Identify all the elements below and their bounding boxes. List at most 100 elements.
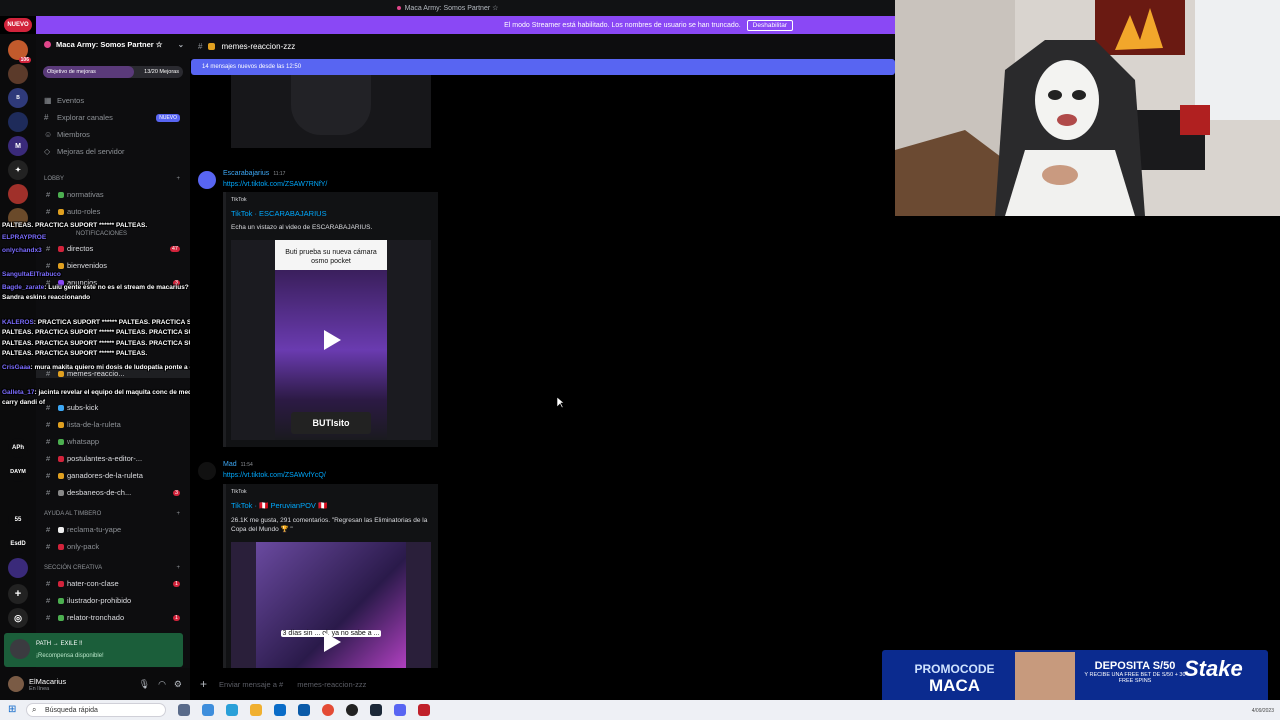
embed-title[interactable]: TikTok · ESCARABAJARIUS	[231, 209, 327, 218]
channel-whatsapp[interactable]: # whatsapp	[36, 437, 190, 446]
server-icon[interactable]	[8, 64, 28, 84]
emoji-icon	[58, 526, 64, 533]
category-creativa[interactable]: SECCIÓN CREATIVA +	[44, 565, 180, 571]
category-label: SECCIÓN CREATIVA	[44, 565, 103, 571]
new-tag: NUEVO	[156, 113, 180, 122]
server-badge: 106	[18, 57, 31, 63]
boost-progress[interactable]: Objetivo de mejoras 13/20 Mejoras	[43, 66, 183, 78]
nav-eventos[interactable]: ▦ Eventos	[44, 96, 180, 105]
category-ayuda[interactable]: AYUDA AL TIMBERO +	[44, 511, 180, 517]
obs-icon[interactable]	[346, 704, 358, 716]
add-attachment-icon[interactable]: +	[200, 677, 207, 691]
windows-start-icon[interactable]: ⊞	[8, 704, 16, 715]
add-channel-icon[interactable]: +	[176, 565, 180, 571]
chrome-icon[interactable]	[322, 704, 334, 716]
channel-label: auto-roles	[67, 207, 101, 216]
avatar[interactable]	[8, 676, 24, 692]
nav-label: Mejoras del servidor	[57, 147, 125, 156]
server-icon[interactable]: B	[8, 88, 28, 108]
explore-servers-icon[interactable]: ◎	[8, 608, 28, 628]
play-icon[interactable]	[317, 326, 345, 354]
avatar[interactable]	[198, 171, 216, 189]
streamer-banner-text: El modo Streamer está habilitado. Los no…	[504, 21, 741, 29]
message-composer[interactable]: + Enviar mensaje a # memes-reaccion-zzz	[190, 668, 895, 700]
add-server-icon[interactable]: +	[8, 584, 28, 604]
message-author[interactable]: Mad 11:54	[223, 461, 253, 468]
channel-label: reclama-tu-yape	[67, 525, 122, 534]
hash-icon: #	[46, 190, 51, 199]
message-link[interactable]: https://vt.tiktok.com/ZSAW7RNfY/	[223, 181, 327, 188]
file-explorer-icon[interactable]	[250, 704, 262, 716]
message-list: Escarabajarius 11:17 https://vt.tiktok.co…	[190, 75, 895, 668]
message-time: 11:17	[273, 171, 286, 177]
server-icon[interactable]: 55	[8, 510, 28, 530]
server-icon[interactable]: M	[8, 136, 28, 156]
channel-lista-de-la-ruleta[interactable]: # lista-de-la-ruleta	[36, 420, 190, 429]
nav-explorar[interactable]: # Explorar canales NUEVO	[44, 113, 180, 122]
chat-user: CrisGaaa	[2, 364, 31, 371]
app-icon[interactable]	[418, 704, 430, 716]
server-icon[interactable]: ✦	[8, 160, 28, 180]
channel-title: memes-reaccion-zzz	[221, 42, 296, 51]
discord-icon[interactable]	[394, 704, 406, 716]
hash-icon: #	[46, 437, 51, 446]
outlook-icon[interactable]	[298, 704, 310, 716]
channel-auto-roles[interactable]: # auto-roles	[36, 207, 190, 216]
channel-hater-con-clase[interactable]: # hater-con-clase 1	[36, 579, 190, 588]
search-icon: ⌕	[32, 705, 37, 714]
video-thumbnail[interactable]: Buti prueba su nueva cámara osmo pocket …	[231, 240, 431, 440]
mouse-cursor-icon	[557, 397, 565, 409]
channel-ilustrador-prohibido[interactable]: # ilustrador-prohibido	[36, 596, 190, 605]
channel-only-pack[interactable]: # only-pack	[36, 542, 190, 551]
server-icon[interactable]: DAYM	[8, 462, 28, 482]
server-dot-icon	[396, 6, 401, 10]
hash-icon: #	[46, 454, 51, 463]
taskbar-search[interactable]: ⌕ Búsqueda rápida	[26, 703, 166, 717]
server-icon[interactable]	[8, 184, 28, 204]
username: ElMacarius	[29, 676, 67, 686]
steam-icon[interactable]	[370, 704, 382, 716]
microphone-icon[interactable]: 🎙	[139, 679, 150, 690]
headphones-icon[interactable]: ◠	[158, 679, 166, 690]
server-icon[interactable]: EsdD	[8, 534, 28, 554]
server-icon[interactable]: APh	[8, 438, 28, 458]
browser-icon[interactable]	[226, 704, 238, 716]
channel-normativas[interactable]: # normativas	[36, 190, 190, 199]
nav-mejoras[interactable]: ◇ Mejoras del servidor	[44, 147, 180, 156]
hash-icon: #	[46, 596, 51, 605]
store-icon[interactable]	[274, 704, 286, 716]
chat-line: PALTEAS. PRACTICA SUPORT ****** PALTEAS.	[2, 350, 147, 357]
disable-streamer-button[interactable]: Deshabilitar	[746, 19, 793, 31]
message-author[interactable]: Escarabajarius 11:17	[223, 170, 285, 177]
server-icon[interactable]	[8, 558, 28, 578]
server-icon[interactable]: 106	[8, 40, 31, 63]
channel-ganadores[interactable]: # ganadores-de-la-ruleta	[36, 471, 190, 480]
avatar[interactable]	[198, 462, 216, 480]
channel-postulantes[interactable]: # postulantes-a-editor-...	[36, 454, 190, 463]
edge-icon[interactable]	[202, 704, 214, 716]
server-header[interactable]: Maca Army: Somos Partner ☆ ⌄	[44, 40, 184, 49]
add-channel-icon[interactable]: +	[176, 176, 180, 182]
embed-description: 26.1K me gusta, 291 comentarios. "Regres…	[231, 517, 428, 533]
previous-media[interactable]	[231, 75, 431, 148]
emoji-icon	[58, 438, 64, 445]
embed-provider: TikTok	[231, 489, 247, 495]
gear-icon[interactable]: ⚙	[174, 679, 182, 690]
nav-miembros[interactable]: ☺ Miembros	[44, 130, 180, 139]
play-icon[interactable]	[317, 628, 345, 656]
chat-text: carry dandi of	[2, 399, 45, 406]
new-messages-bar[interactable]: 14 mensajes nuevos desde las 12:50	[191, 59, 895, 75]
channel-reclama-tu-yape[interactable]: # reclama-tu-yape	[36, 525, 190, 534]
embed-title[interactable]: TikTok · 🇵🇪 PeruvianPOV 🇵🇪	[231, 501, 327, 510]
server-icon[interactable]	[8, 112, 28, 132]
windows-taskbar: ⊞ ⌕ Búsqueda rápida 4/09/2023	[0, 700, 1280, 720]
message-link[interactable]: https://vt.tiktok.com/ZSAWvfYcQ/	[223, 472, 326, 479]
task-view-icon[interactable]	[178, 704, 190, 716]
add-channel-icon[interactable]: +	[176, 511, 180, 517]
browse-icon: #	[44, 113, 49, 122]
category-lobby[interactable]: LOBBY +	[44, 176, 180, 182]
activity-reward-card[interactable]: PATH → EXILE !! ¡Recompensa disponible!	[4, 633, 183, 667]
video-thumbnail[interactable]: 3 días sin ... ol, ya no sabe a ...	[231, 542, 431, 668]
channel-relator-tronchado[interactable]: # relator-tronchado 1	[36, 613, 190, 622]
channel-desbaneos[interactable]: # desbaneos-de-ch... 3	[36, 488, 190, 497]
